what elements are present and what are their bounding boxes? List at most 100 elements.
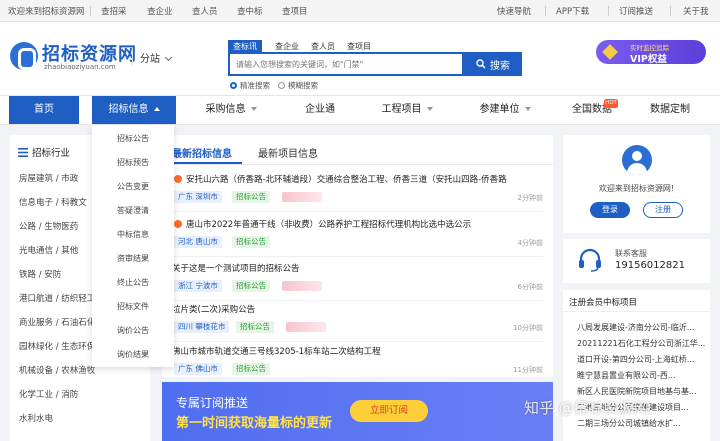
search-tab-company[interactable]: 查企业 xyxy=(270,40,304,52)
tender-title[interactable]: 唐山市2022年普通干线（非收费）公路养护工程招标代理机构比选中选公示 xyxy=(186,218,471,230)
tender-title[interactable]: 关于这是一个测试项目的招标公告 xyxy=(172,262,300,274)
winner-item[interactable]: 二期三场分公司城镇给水扩... xyxy=(577,418,707,429)
tab-latest-project[interactable]: 最新项目信息 xyxy=(258,145,318,160)
dropdown-item[interactable]: 资审结果 xyxy=(92,253,174,264)
nav-home[interactable]: 首页 xyxy=(9,96,79,124)
user-welcome-text: 欢迎来到招标资源网! xyxy=(598,184,675,193)
industry-item[interactable]: 铁路 / 安防 xyxy=(19,268,61,280)
hot-badge: HOT xyxy=(604,99,618,108)
tab-latest-tender[interactable]: 最新招标信息 xyxy=(172,145,232,160)
industry-item[interactable]: 房屋建筑 / 市政 xyxy=(19,172,78,184)
nav-enterprise[interactable]: 企业通 xyxy=(290,96,350,124)
caret-down-icon xyxy=(426,107,433,111)
winner-item[interactable]: 新区人民医院新院项目地基与基... xyxy=(577,386,707,397)
about-link[interactable]: 关于我 xyxy=(683,5,709,17)
dropdown-item[interactable]: 答疑澄清 xyxy=(92,205,174,216)
location-tag: 浙江 宁波市 xyxy=(174,280,222,292)
nav-tender-info[interactable]: 招标信息 xyxy=(92,96,176,124)
industry-item[interactable]: 信息电子 / 科教文 xyxy=(19,196,87,208)
header: 招标资源网 zhaobiaoziyuan.com 分站 查标讯 查企业 查人员 … xyxy=(0,22,720,95)
tender-title[interactable]: 佛山市城市轨道交通三号线3205-1标车站二次结构工程 xyxy=(172,345,381,357)
headset-icon xyxy=(579,248,601,272)
redacted-amount xyxy=(282,281,322,291)
search-tab-tender[interactable]: 查标讯 xyxy=(228,40,262,52)
top-link-project[interactable]: 查项目 xyxy=(282,5,308,17)
nav-participants[interactable]: 参建单位 xyxy=(470,96,540,124)
top-link-person[interactable]: 查人员 xyxy=(192,5,218,17)
top-bar: 欢迎来到招标资源网 查招采 查企业 查人员 查中标 查项目 快速导航 APP下载… xyxy=(0,0,720,22)
industry-item[interactable]: 公路 / 生物医药 xyxy=(19,220,78,232)
category-tag: 招标公告 xyxy=(232,236,270,248)
vip-button[interactable]: 实时监控追踪 VIP权益 xyxy=(596,40,706,65)
dropdown-item[interactable]: 公告变更 xyxy=(92,181,174,192)
industry-item[interactable]: 水利水电 xyxy=(19,412,53,424)
subscribe-now-button[interactable]: 立即订阅 xyxy=(350,400,428,422)
winner-item[interactable]: 八局发展建设-济南分公司-临沂... xyxy=(577,322,707,333)
search-button[interactable]: 搜索 xyxy=(464,52,522,76)
subscribe-banner[interactable]: 专属订阅推送 第一时间获取海量标的更新 立即订阅 xyxy=(162,382,553,441)
tender-title[interactable]: 垃片类(二次)采购公告 xyxy=(172,303,255,315)
tender-time: 4分钟前 xyxy=(517,239,543,247)
nav-custom-data[interactable]: 数据定制 xyxy=(640,96,700,124)
customer-service: 联系客服 19156012821 xyxy=(563,239,710,283)
divider xyxy=(563,311,710,312)
category-tag: 招标公告 xyxy=(232,363,270,375)
top-link-company[interactable]: 查企业 xyxy=(147,5,173,17)
winner-item[interactable]: 20211221石化工程分公司浙江华... xyxy=(577,338,707,349)
radio-precise[interactable]: 精准搜索 xyxy=(230,80,270,91)
branch-selector[interactable]: 分站 xyxy=(140,50,173,65)
dropdown-item[interactable]: 招标文件 xyxy=(92,301,174,312)
tender-title[interactable]: 安托山六路（侨香路-北环辅道段）交通综合整治工程、侨香三道（安托山四路-侨香路 xyxy=(186,173,507,185)
dropdown-item[interactable]: 询价公告 xyxy=(92,325,174,336)
top-link-winbid[interactable]: 查中标 xyxy=(237,5,263,17)
dropdown-item[interactable]: 询价结果 xyxy=(92,349,174,360)
tab-active-indicator xyxy=(172,162,242,164)
tender-time: 6分钟前 xyxy=(517,283,543,291)
industry-item[interactable]: 商业服务 / 石油石化 xyxy=(19,316,95,328)
winner-item[interactable]: 睢宁慧县置业有限公司-西... xyxy=(577,370,707,381)
dropdown-item[interactable]: 招标预告 xyxy=(92,157,174,168)
divider xyxy=(608,6,609,16)
banner-subtitle: 第一时间获取海量标的更新 xyxy=(176,416,333,431)
radio-fuzzy[interactable]: 模糊搜索 xyxy=(278,80,318,91)
dropdown-item[interactable]: 中标信息 xyxy=(92,229,174,240)
search-tab-person[interactable]: 查人员 xyxy=(306,40,340,52)
nav-projects-label: 工程项目 xyxy=(381,104,422,115)
tender-time: 10分钟前 xyxy=(513,324,543,332)
dropdown-item[interactable]: 终止公告 xyxy=(92,277,174,288)
radio-dot-selected xyxy=(230,82,237,89)
nav-purchase-info[interactable]: 采购信息 xyxy=(196,96,266,124)
location-tag: 广东 佛山市 xyxy=(174,363,222,375)
nav-projects[interactable]: 工程项目 xyxy=(372,96,442,124)
search-box xyxy=(228,52,464,76)
dropdown-item[interactable]: 招标公告 xyxy=(92,133,174,144)
logo-icon[interactable] xyxy=(10,42,38,70)
search-button-label: 搜索 xyxy=(490,60,510,72)
search-tab-project[interactable]: 查项目 xyxy=(342,40,376,52)
top-link-tender[interactable]: 查招采 xyxy=(101,5,127,17)
nav-purchase-info-label: 采购信息 xyxy=(205,104,246,115)
industry-item[interactable]: 化学工业 / 消防 xyxy=(19,388,78,400)
welcome-text: 欢迎来到招标资源网 xyxy=(8,7,85,17)
logo-subtitle: zhaobiaoziyuan.com xyxy=(44,63,116,71)
list-icon xyxy=(18,147,28,157)
caret-up-icon xyxy=(153,107,160,111)
industry-item[interactable]: 机械设备 / 农林渔牧 xyxy=(19,364,95,376)
industry-item[interactable]: 港口航道 / 纺织轻工 xyxy=(19,292,95,304)
divider xyxy=(545,6,546,16)
search-input[interactable] xyxy=(230,54,462,74)
subscribe-link[interactable]: 订阅推送 xyxy=(619,5,653,17)
winner-item[interactable]: 道口开设-第四分公司-上海虹桥... xyxy=(577,354,707,365)
caret-down-icon xyxy=(524,107,531,111)
login-button[interactable]: 登录 xyxy=(590,202,630,218)
industry-item[interactable]: 光电通信 / 其他 xyxy=(19,244,78,256)
register-button[interactable]: 注册 xyxy=(643,202,683,218)
search-icon xyxy=(476,59,486,69)
quick-nav-link[interactable]: 快速导航 xyxy=(497,5,531,17)
category-tag: 招标公告 xyxy=(232,280,270,292)
industry-item[interactable]: 园林绿化 / 生态环保 xyxy=(19,340,95,352)
industry-title: 招标行业 xyxy=(18,145,70,159)
chevron-down-icon xyxy=(165,53,173,62)
location-tag: 河北 唐山市 xyxy=(174,236,222,248)
app-download-link[interactable]: APP下载 xyxy=(556,5,589,17)
